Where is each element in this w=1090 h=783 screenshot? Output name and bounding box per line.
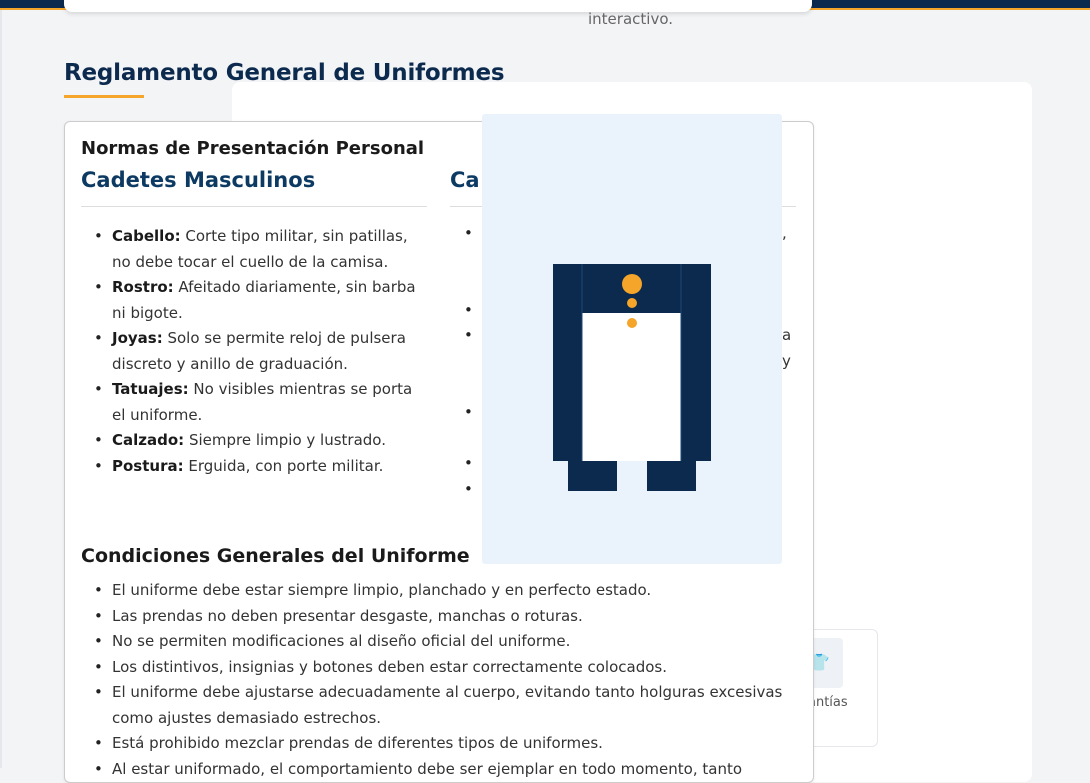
conditions-title: Condiciones Generales del Uniforme xyxy=(81,545,470,567)
left-border xyxy=(0,10,2,768)
bullet: • xyxy=(464,454,473,472)
conditions-list: El uniforme debe estar siempre limpio, p… xyxy=(81,578,796,782)
text-fragment: y xyxy=(782,352,791,370)
bullet: • xyxy=(464,403,473,421)
bullet: • xyxy=(464,480,473,498)
uniform-figure xyxy=(553,264,711,491)
female-cadets-title: Ca xyxy=(450,168,480,192)
male-cadets-title: Cadetes Masculinos xyxy=(81,168,316,192)
previous-card xyxy=(64,0,812,12)
right-shoe xyxy=(647,461,696,491)
text-fragment: a xyxy=(782,326,792,344)
list-item: Los distintivos, insignias y botones deb… xyxy=(81,655,796,681)
bullet: • xyxy=(464,224,473,242)
list-item: Calzado: Siempre limpio y lustrado. xyxy=(81,428,427,454)
section-title-underline xyxy=(64,95,144,98)
list-item: Al estar uniformado, el comportamiento d… xyxy=(81,757,796,783)
item-text: Siempre limpio y lustrado. xyxy=(184,431,386,449)
list-item: No se permiten modificaciones al diseño … xyxy=(81,629,796,655)
item-text: Erguida, con porte militar. xyxy=(183,456,384,475)
list-item: Rostro: Afeitado diariamente, sin barba … xyxy=(81,275,427,326)
list-item: Postura: Erguida, con porte militar. xyxy=(81,454,427,480)
list-item: El uniforme debe estar siempre limpio, p… xyxy=(81,578,796,604)
bullet: • xyxy=(464,326,473,344)
item-label: Calzado: xyxy=(112,431,185,449)
list-item: El uniforme debe ajustarse adecuadamente… xyxy=(81,680,796,731)
button-small xyxy=(627,318,637,328)
previous-card-text: interactivo. xyxy=(588,10,673,28)
list-item: Cabello: Corte tipo militar, sin patilla… xyxy=(81,224,427,275)
norms-title: Normas de Presentación Personal xyxy=(81,138,425,159)
item-label: Cabello: xyxy=(112,227,181,245)
item-label: Rostro: xyxy=(112,278,174,296)
list-item: Tatuajes: No visibles mientras se porta … xyxy=(81,377,427,428)
list-item: Las prendas no deben presentar desgaste,… xyxy=(81,604,796,630)
list-item: Joyas: Solo se permite reloj de pulsera … xyxy=(81,326,427,377)
male-cadets-divider xyxy=(81,206,427,207)
list-item: Está prohibido mezclar prendas de difere… xyxy=(81,731,796,757)
item-label: Postura: xyxy=(112,456,184,475)
button-large xyxy=(622,274,642,294)
button-medium xyxy=(627,298,637,308)
left-shoe xyxy=(568,461,617,491)
item-label: Joyas: xyxy=(112,329,163,347)
text-fragment: , xyxy=(782,224,787,242)
item-label: Tatuajes: xyxy=(112,380,189,398)
male-cadets-list: Cabello: Corte tipo militar, sin patilla… xyxy=(81,224,427,479)
shirt-front xyxy=(582,313,681,461)
bullet: • xyxy=(464,301,473,319)
uniform-preview-overlay[interactable] xyxy=(482,114,782,564)
